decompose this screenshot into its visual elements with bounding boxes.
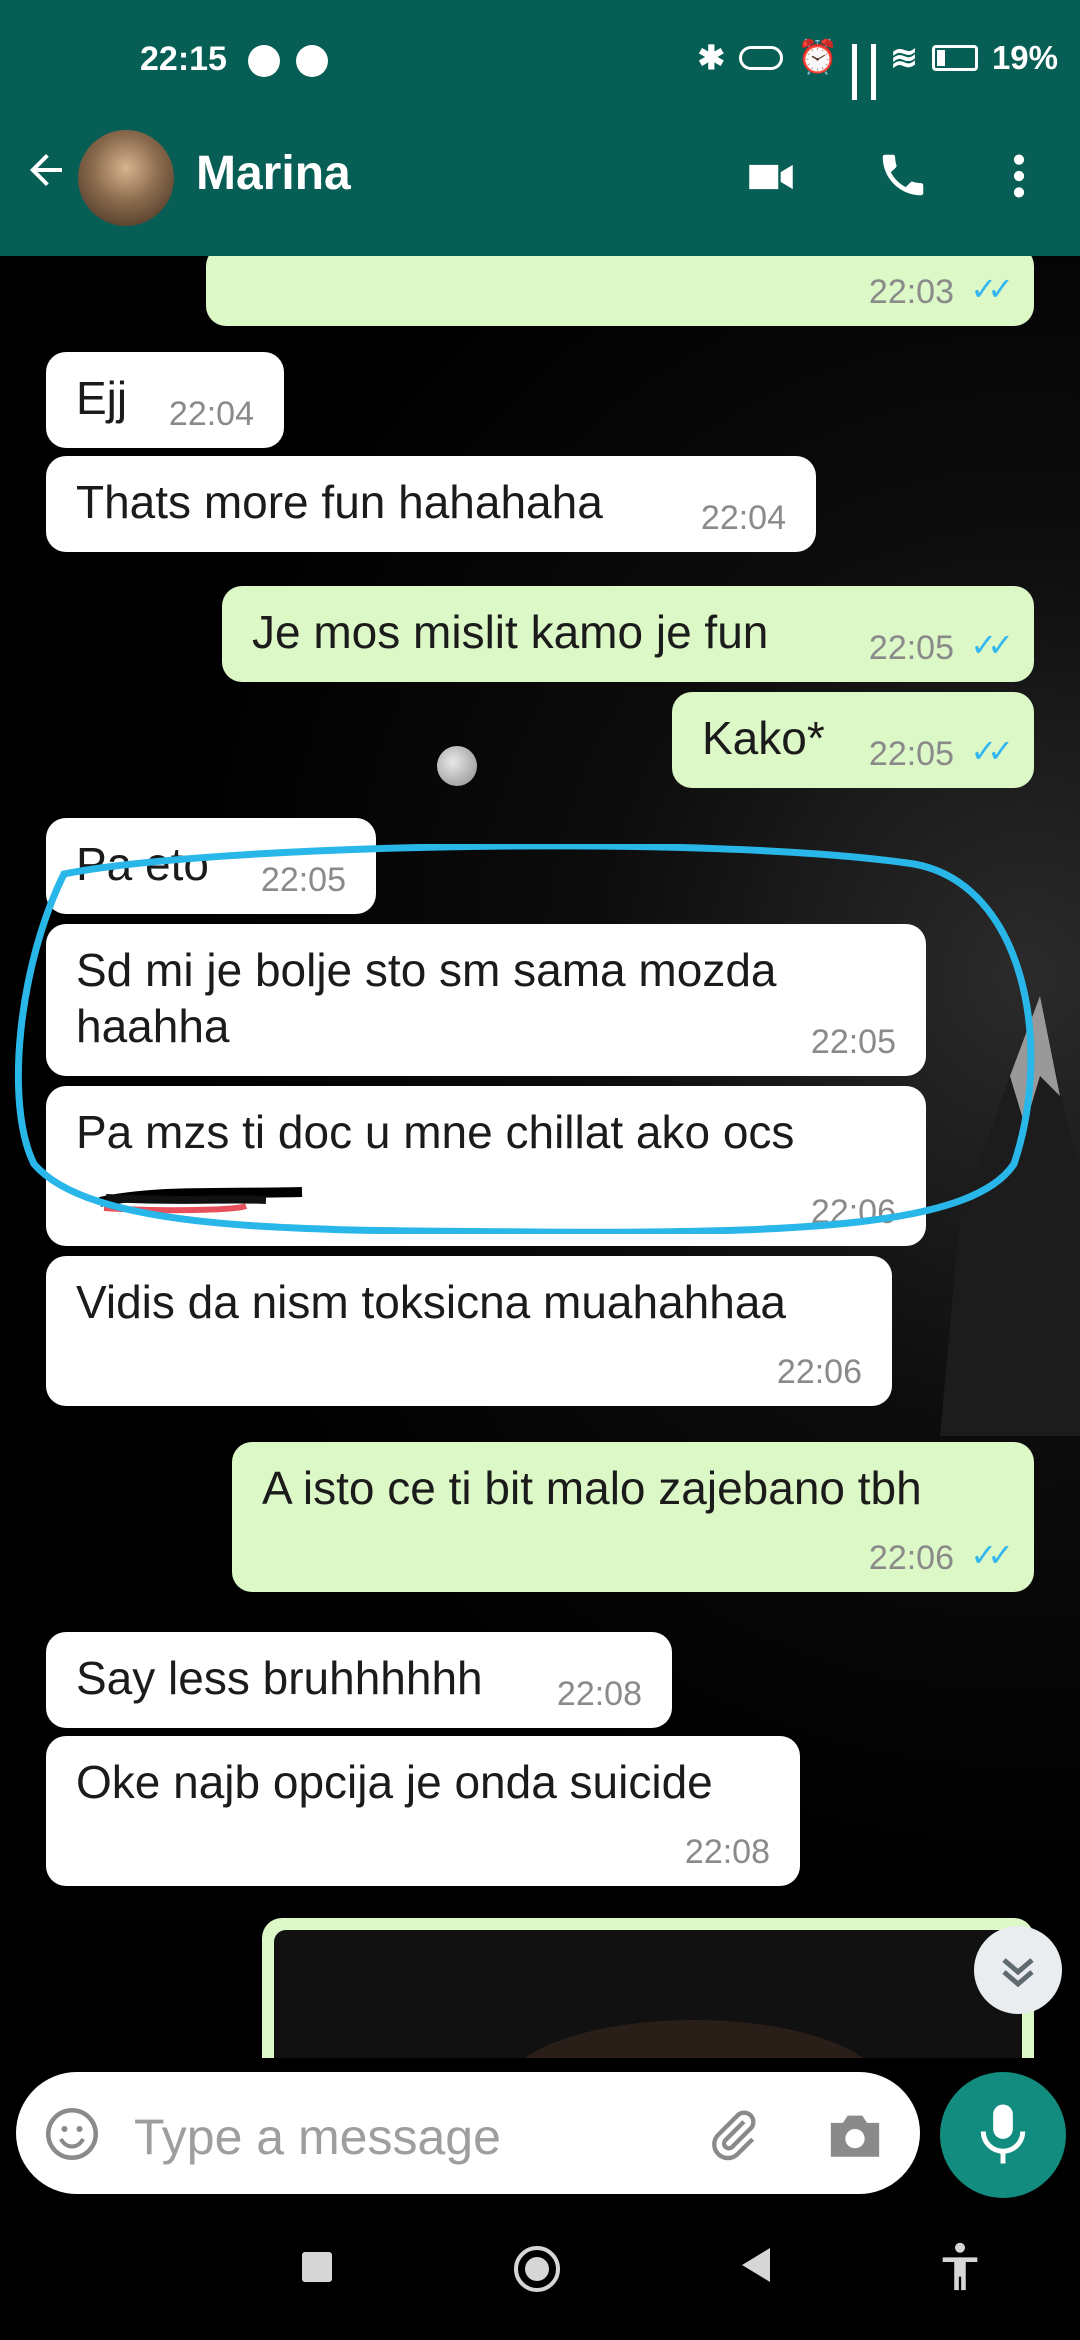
message-time: 22:03 [868, 273, 954, 311]
recents-button[interactable] [302, 2252, 332, 2282]
message-in[interactable]: Sd mi je bolje sto sm sama mozda haahha … [46, 924, 926, 1076]
message-text: Pa mzs ti doc u mne chillat ako ocs [76, 1106, 795, 1158]
message-text: Sd mi je bolje sto sm sama mozda haahha [76, 944, 777, 1052]
voice-record-button[interactable] [940, 2072, 1066, 2198]
message-placeholder: Type a message [134, 2109, 501, 2165]
message-time: 22:06 [868, 1539, 954, 1577]
message-text: Vidis da nism toksicna muahahhaa [76, 1276, 787, 1328]
redaction-scribble [98, 1187, 303, 1214]
message-time: 22:06 [776, 1353, 862, 1391]
more-options-icon[interactable] [1000, 148, 1038, 209]
message-time: 22:08 [684, 1833, 770, 1871]
accessibility-icon[interactable] [940, 2242, 980, 2297]
message-time: 22:05 [810, 1023, 896, 1061]
battery-percent: 19% [991, 38, 1058, 76]
message-out[interactable]: Kako* 22:05 ✓✓ [672, 692, 1034, 788]
message-input[interactable]: Type a message [16, 2072, 920, 2194]
bluetooth-icon: ✱ [697, 39, 726, 76]
phone-call-icon[interactable] [876, 148, 930, 207]
back-button[interactable] [742, 2248, 770, 2282]
message-in[interactable]: Ejj 22:04 [46, 352, 284, 448]
camera-icon[interactable] [826, 2108, 884, 2167]
message-in[interactable]: Vidis da nism toksicna muahahhaa 22:06 [46, 1256, 892, 1406]
wallpaper-mountain [940, 996, 1080, 1436]
double-check-icon: ✓✓ [970, 733, 1014, 769]
message-time: 22:05 [868, 735, 954, 773]
alarm-icon: ⏰ [797, 38, 839, 75]
wallpaper-moon [437, 746, 477, 786]
message-time: 22:05 [260, 861, 346, 899]
status-icons: ✱ ⏰ ≋ 19% [697, 38, 1058, 113]
battery-icon [931, 44, 978, 71]
message-in[interactable]: Say less bruhhhhhh 22:08 [46, 1632, 672, 1728]
system-nav-bar [0, 2208, 1080, 2340]
status-bar: 22:15 ✱ ⏰ ≋ 19% [0, 0, 1080, 113]
message-text: Oke najb opcija je onda suicide [76, 1756, 713, 1808]
message-in[interactable]: Thats more fun hahahaha 22:04 [46, 456, 816, 552]
message-out[interactable]: A isto ce ti bit malo zajebano tbh 22:06… [232, 1442, 1034, 1592]
app-notification-icon [296, 45, 328, 77]
emoji-icon[interactable] [42, 2104, 102, 2169]
message-in[interactable]: Pa eto 22:05 [46, 818, 376, 914]
message-text: Thats more fun hahahaha [76, 476, 603, 528]
back-arrow-icon[interactable] [22, 146, 70, 199]
microphone-icon [980, 2104, 1026, 2164]
message-text: Kako* [702, 712, 825, 764]
chat-header: Marina [0, 100, 1080, 256]
status-time: 22:15 [140, 40, 227, 78]
toggle-icon [739, 45, 784, 70]
message-time: 22:04 [168, 395, 254, 433]
attach-icon[interactable] [704, 2106, 762, 2169]
photo-thumbnail [274, 1930, 1022, 2058]
wifi-icon: ≋ [890, 39, 918, 76]
double-check-icon: ✓✓ [970, 627, 1014, 663]
message-in[interactable]: Oke najb opcija je onda suicide 22:08 [46, 1736, 800, 1886]
contact-avatar[interactable] [78, 130, 174, 226]
message-time: 22:05 [868, 629, 954, 667]
chat-area[interactable]: 22:03 ✓✓ Ejj 22:04 Thats more fun hahaha… [0, 256, 1080, 2058]
photo-message[interactable] [262, 1918, 1034, 2058]
composer-bar: Type a message [0, 2058, 1080, 2208]
message-time: 22:04 [700, 499, 786, 537]
message-in[interactable]: Pa mzs ti doc u mne chillat ako ocs 22:0… [46, 1086, 926, 1246]
message-text: A isto ce ti bit malo zajebano tbh [262, 1462, 922, 1514]
double-check-icon: ✓✓ [970, 1537, 1014, 1573]
signal-1-icon [852, 43, 858, 113]
message-out[interactable]: Je mos mislit kamo je fun 22:05 ✓✓ [222, 586, 1034, 682]
video-call-icon[interactable] [742, 148, 800, 211]
scroll-to-bottom-button[interactable] [974, 1926, 1062, 2014]
home-button[interactable] [514, 2246, 560, 2292]
signal-2-icon [871, 43, 877, 113]
double-check-icon: ✓✓ [970, 271, 1014, 307]
photo-content [504, 2020, 884, 2058]
contact-name[interactable]: Marina [196, 146, 351, 201]
spotify-icon [248, 45, 280, 77]
double-chevron-down-icon [1002, 1958, 1034, 1988]
message-time: 22:08 [556, 1675, 642, 1713]
message-time: 22:06 [810, 1193, 896, 1231]
message-out[interactable]: 22:03 ✓✓ [206, 256, 1034, 326]
